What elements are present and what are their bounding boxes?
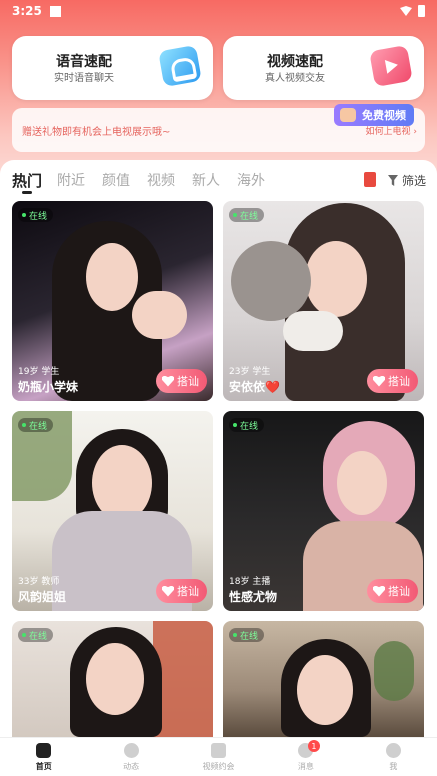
category-tabs: 热门 附近 颜值 视频 新人 海外 (12, 170, 282, 191)
notification-icon (49, 5, 61, 17)
voice-match-title: 语音速配 (56, 53, 112, 69)
wifi-icon (400, 6, 412, 16)
heart-icon (162, 375, 174, 387)
user-name: 风韵姐姐 (18, 590, 67, 604)
user-name: 奶瓶小学妹 (18, 380, 79, 394)
user-card[interactable]: 在线 18岁 主播 性感尤物 搭讪 (223, 411, 424, 611)
tab-overseas[interactable]: 海外 (237, 170, 282, 191)
tab-looks[interactable]: 颜值 (102, 170, 147, 191)
online-badge: 在线 (18, 208, 54, 222)
bottom-navigation: 首页 动态 视频约会 1 消息 我 (0, 737, 437, 776)
hand-icon (340, 108, 356, 122)
heart-icon (373, 585, 385, 597)
tab-video[interactable]: 视频 (147, 170, 192, 191)
red-packet-icon[interactable] (364, 172, 376, 187)
unread-badge: 1 (307, 740, 320, 752)
profile-icon (385, 742, 401, 758)
online-badge: 在线 (18, 418, 54, 432)
user-name: 性感尤物 (229, 590, 278, 604)
user-card[interactable]: 在线 19岁 学生 奶瓶小学妹 搭讪 (12, 201, 213, 401)
compass-icon (123, 742, 139, 758)
nav-home[interactable]: 首页 (0, 738, 87, 776)
phone-icon (158, 44, 202, 88)
filter-label: 筛选 (402, 174, 427, 188)
free-video-label: 免费视频 (362, 109, 406, 122)
chat-button[interactable]: 搭讪 (156, 579, 207, 603)
home-icon (36, 742, 52, 758)
user-meta: 33岁 教师 (18, 577, 60, 587)
voice-match-card[interactable]: 语音速配 实时语音聊天 (12, 36, 213, 100)
chat-button[interactable]: 搭讪 (156, 369, 207, 393)
status-bar: 3:25 (0, 0, 437, 22)
tab-nearby[interactable]: 附近 (57, 170, 102, 191)
nav-messages[interactable]: 1 消息 (262, 738, 349, 776)
voice-match-subtitle: 实时语音聊天 (54, 73, 114, 84)
video-match-card[interactable]: 视频速配 真人视频交友 (223, 36, 424, 100)
nav-me[interactable]: 我 (350, 738, 437, 776)
free-video-button[interactable]: 免费视频 (334, 104, 414, 126)
filter-button[interactable]: 筛选 (388, 172, 426, 189)
video-match-subtitle: 真人视频交友 (265, 73, 325, 84)
nav-feed[interactable]: 动态 (87, 738, 174, 776)
heart-icon (162, 585, 174, 597)
tab-indicator (22, 191, 32, 194)
tab-new[interactable]: 新人 (192, 170, 237, 191)
nav-video-date[interactable]: 视频约会 (175, 738, 262, 776)
chat-button[interactable]: 搭讪 (367, 579, 418, 603)
user-card[interactable]: 在线 (223, 621, 424, 737)
funnel-icon (388, 175, 398, 186)
user-card[interactable]: 在线 33岁 教师 风韵姐姐 搭讪 (12, 411, 213, 611)
online-badge: 在线 (229, 418, 265, 432)
video-match-title: 视频速配 (267, 53, 323, 69)
battery-icon (418, 5, 425, 17)
heart-icon (373, 375, 385, 387)
online-badge: 在线 (229, 208, 265, 222)
play-icon (369, 44, 413, 88)
online-badge: 在线 (229, 628, 265, 642)
user-meta: 19岁 学生 (18, 367, 60, 377)
user-name: 安依依❤️ (229, 380, 280, 394)
user-meta: 18岁 主播 (229, 577, 271, 587)
user-meta: 23岁 学生 (229, 367, 271, 377)
online-badge: 在线 (18, 628, 54, 642)
chat-button[interactable]: 搭讪 (367, 369, 418, 393)
video-icon (211, 742, 227, 758)
status-time: 3:25 (12, 4, 42, 18)
user-card[interactable]: 在线 23岁 学生 安依依❤️ 搭讪 (223, 201, 424, 401)
banner-text: 赠送礼物即有机会上电视展示哦~ (22, 127, 171, 138)
user-card[interactable]: 在线 (12, 621, 213, 737)
tab-hot[interactable]: 热门 (12, 170, 57, 191)
